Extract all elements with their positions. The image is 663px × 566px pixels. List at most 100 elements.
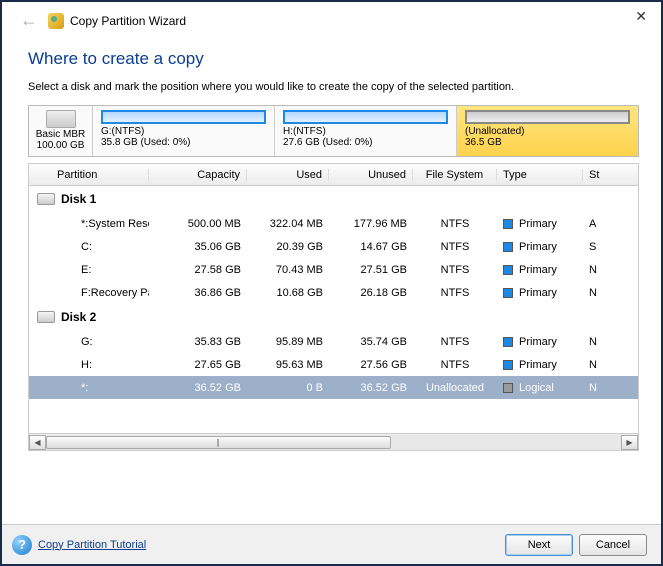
- titlebar: ← Copy Partition Wizard: [2, 2, 661, 35]
- cell-capacity: 27.65 GB: [149, 359, 247, 371]
- cell-filesystem: NTFS: [413, 218, 497, 230]
- type-color-icon: [503, 360, 513, 370]
- disk-group-name: Disk 2: [61, 310, 96, 324]
- table-row[interactable]: H:27.65 GB95.63 MB27.56 GBNTFSPrimaryN: [29, 353, 638, 376]
- type-color-icon: [503, 288, 513, 298]
- disk-icon: [46, 110, 76, 128]
- type-color-icon: [503, 242, 513, 252]
- back-arrow-icon[interactable]: ←: [20, 10, 38, 31]
- type-color-icon: [503, 219, 513, 229]
- col-status[interactable]: St: [583, 169, 601, 181]
- col-unused[interactable]: Unused: [329, 169, 413, 181]
- page-subtext: Select a disk and mark the position wher…: [28, 81, 639, 93]
- disk-size-label: 100.00 GB: [29, 140, 92, 151]
- horizontal-scrollbar[interactable]: ◀ ∥ ▶: [29, 433, 638, 450]
- cell-capacity: 36.52 GB: [149, 382, 247, 394]
- col-used[interactable]: Used: [247, 169, 329, 181]
- table-row[interactable]: G:35.83 GB95.89 MB35.74 GBNTFSPrimaryN: [29, 330, 638, 353]
- cell-capacity: 35.06 GB: [149, 241, 247, 253]
- footer: ? Copy Partition Tutorial Next Cancel: [2, 524, 661, 564]
- cell-capacity: 35.83 GB: [149, 336, 247, 348]
- cell-unused: 177.96 MB: [329, 218, 413, 230]
- cell-used: 70.43 MB: [247, 264, 329, 276]
- table-header: Partition Capacity Used Unused File Syst…: [29, 164, 638, 186]
- cell-partition: *:: [51, 382, 149, 394]
- segment-detail: 27.6 GB (Used: 0%): [283, 137, 448, 148]
- cell-partition: *:System Rese...: [51, 218, 149, 230]
- page-heading: Where to create a copy: [28, 49, 639, 69]
- cell-unused: 26.18 GB: [329, 287, 413, 299]
- cell-capacity: 27.58 GB: [149, 264, 247, 276]
- cell-unused: 36.52 GB: [329, 382, 413, 394]
- table-row[interactable]: F:Recovery Pa...36.86 GB10.68 GB26.18 GB…: [29, 281, 638, 304]
- cell-used: 322.04 MB: [247, 218, 329, 230]
- cell-filesystem: NTFS: [413, 287, 497, 299]
- col-capacity[interactable]: Capacity: [149, 169, 247, 181]
- wizard-icon: [48, 13, 64, 29]
- cell-status: N: [583, 264, 601, 276]
- cell-unused: 14.67 GB: [329, 241, 413, 253]
- col-filesystem[interactable]: File System: [413, 169, 497, 181]
- next-button[interactable]: Next: [505, 534, 573, 556]
- cancel-button[interactable]: Cancel: [579, 534, 647, 556]
- type-color-icon: [503, 265, 513, 275]
- segment-bar-icon: [101, 110, 266, 124]
- segment-detail: 35.8 GB (Used: 0%): [101, 137, 266, 148]
- disk-group-header[interactable]: Disk 1: [29, 186, 638, 212]
- close-icon[interactable]: ✕: [635, 8, 647, 25]
- cell-type: Primary: [497, 241, 583, 253]
- cell-partition: F:Recovery Pa...: [51, 287, 149, 299]
- cell-status: N: [583, 336, 601, 348]
- cell-filesystem: Unallocated: [413, 382, 497, 394]
- disk-group-name: Disk 1: [61, 192, 96, 206]
- help-icon[interactable]: ?: [12, 535, 32, 555]
- disk-type-label: Basic MBR: [29, 129, 92, 140]
- disk-segment[interactable]: (Unallocated)36.5 GB: [457, 106, 638, 156]
- cell-partition: E:: [51, 264, 149, 276]
- type-color-icon: [503, 337, 513, 347]
- table-row[interactable]: *:36.52 GB0 B36.52 GBUnallocatedLogicalN: [29, 376, 638, 399]
- cell-partition: H:: [51, 359, 149, 371]
- cell-used: 95.89 MB: [247, 336, 329, 348]
- cell-type: Primary: [497, 336, 583, 348]
- table-row[interactable]: C:35.06 GB20.39 GB14.67 GBNTFSPrimaryS: [29, 235, 638, 258]
- col-partition[interactable]: Partition: [51, 169, 149, 181]
- cell-filesystem: NTFS: [413, 359, 497, 371]
- segment-bar-icon: [465, 110, 630, 124]
- cell-capacity: 500.00 MB: [149, 218, 247, 230]
- cell-status: A: [583, 218, 601, 230]
- cell-type: Primary: [497, 264, 583, 276]
- col-type[interactable]: Type: [497, 169, 583, 181]
- scroll-thumb[interactable]: ∥: [46, 436, 391, 449]
- disk-summary[interactable]: Basic MBR 100.00 GB: [29, 106, 93, 156]
- cell-filesystem: NTFS: [413, 336, 497, 348]
- cell-capacity: 36.86 GB: [149, 287, 247, 299]
- cell-used: 10.68 GB: [247, 287, 329, 299]
- scroll-left-icon[interactable]: ◀: [29, 435, 46, 450]
- table-row[interactable]: *:System Rese...500.00 MB322.04 MB177.96…: [29, 212, 638, 235]
- segment-detail: 36.5 GB: [465, 137, 630, 148]
- window-title: Copy Partition Wizard: [70, 14, 186, 28]
- cell-unused: 35.74 GB: [329, 336, 413, 348]
- cell-type: Primary: [497, 287, 583, 299]
- cell-type: Logical: [497, 382, 583, 394]
- segment-bar-icon: [283, 110, 448, 124]
- disk-segment[interactable]: H:(NTFS)27.6 GB (Used: 0%): [275, 106, 457, 156]
- cell-partition: G:: [51, 336, 149, 348]
- partition-table: Partition Capacity Used Unused File Syst…: [28, 163, 639, 451]
- cell-partition: C:: [51, 241, 149, 253]
- disk-segment[interactable]: G:(NTFS)35.8 GB (Used: 0%): [93, 106, 275, 156]
- cell-used: 95.63 MB: [247, 359, 329, 371]
- cell-status: N: [583, 359, 601, 371]
- scroll-right-icon[interactable]: ▶: [621, 435, 638, 450]
- table-row[interactable]: E:27.58 GB70.43 MB27.51 GBNTFSPrimaryN: [29, 258, 638, 281]
- help-link[interactable]: Copy Partition Tutorial: [38, 539, 146, 551]
- cell-status: N: [583, 287, 601, 299]
- segment-title: H:(NTFS): [283, 126, 448, 137]
- segment-title: (Unallocated): [465, 126, 630, 137]
- drive-icon: [37, 193, 55, 205]
- cell-used: 0 B: [247, 382, 329, 394]
- disk-group-header[interactable]: Disk 2: [29, 304, 638, 330]
- cell-filesystem: NTFS: [413, 241, 497, 253]
- type-color-icon: [503, 383, 513, 393]
